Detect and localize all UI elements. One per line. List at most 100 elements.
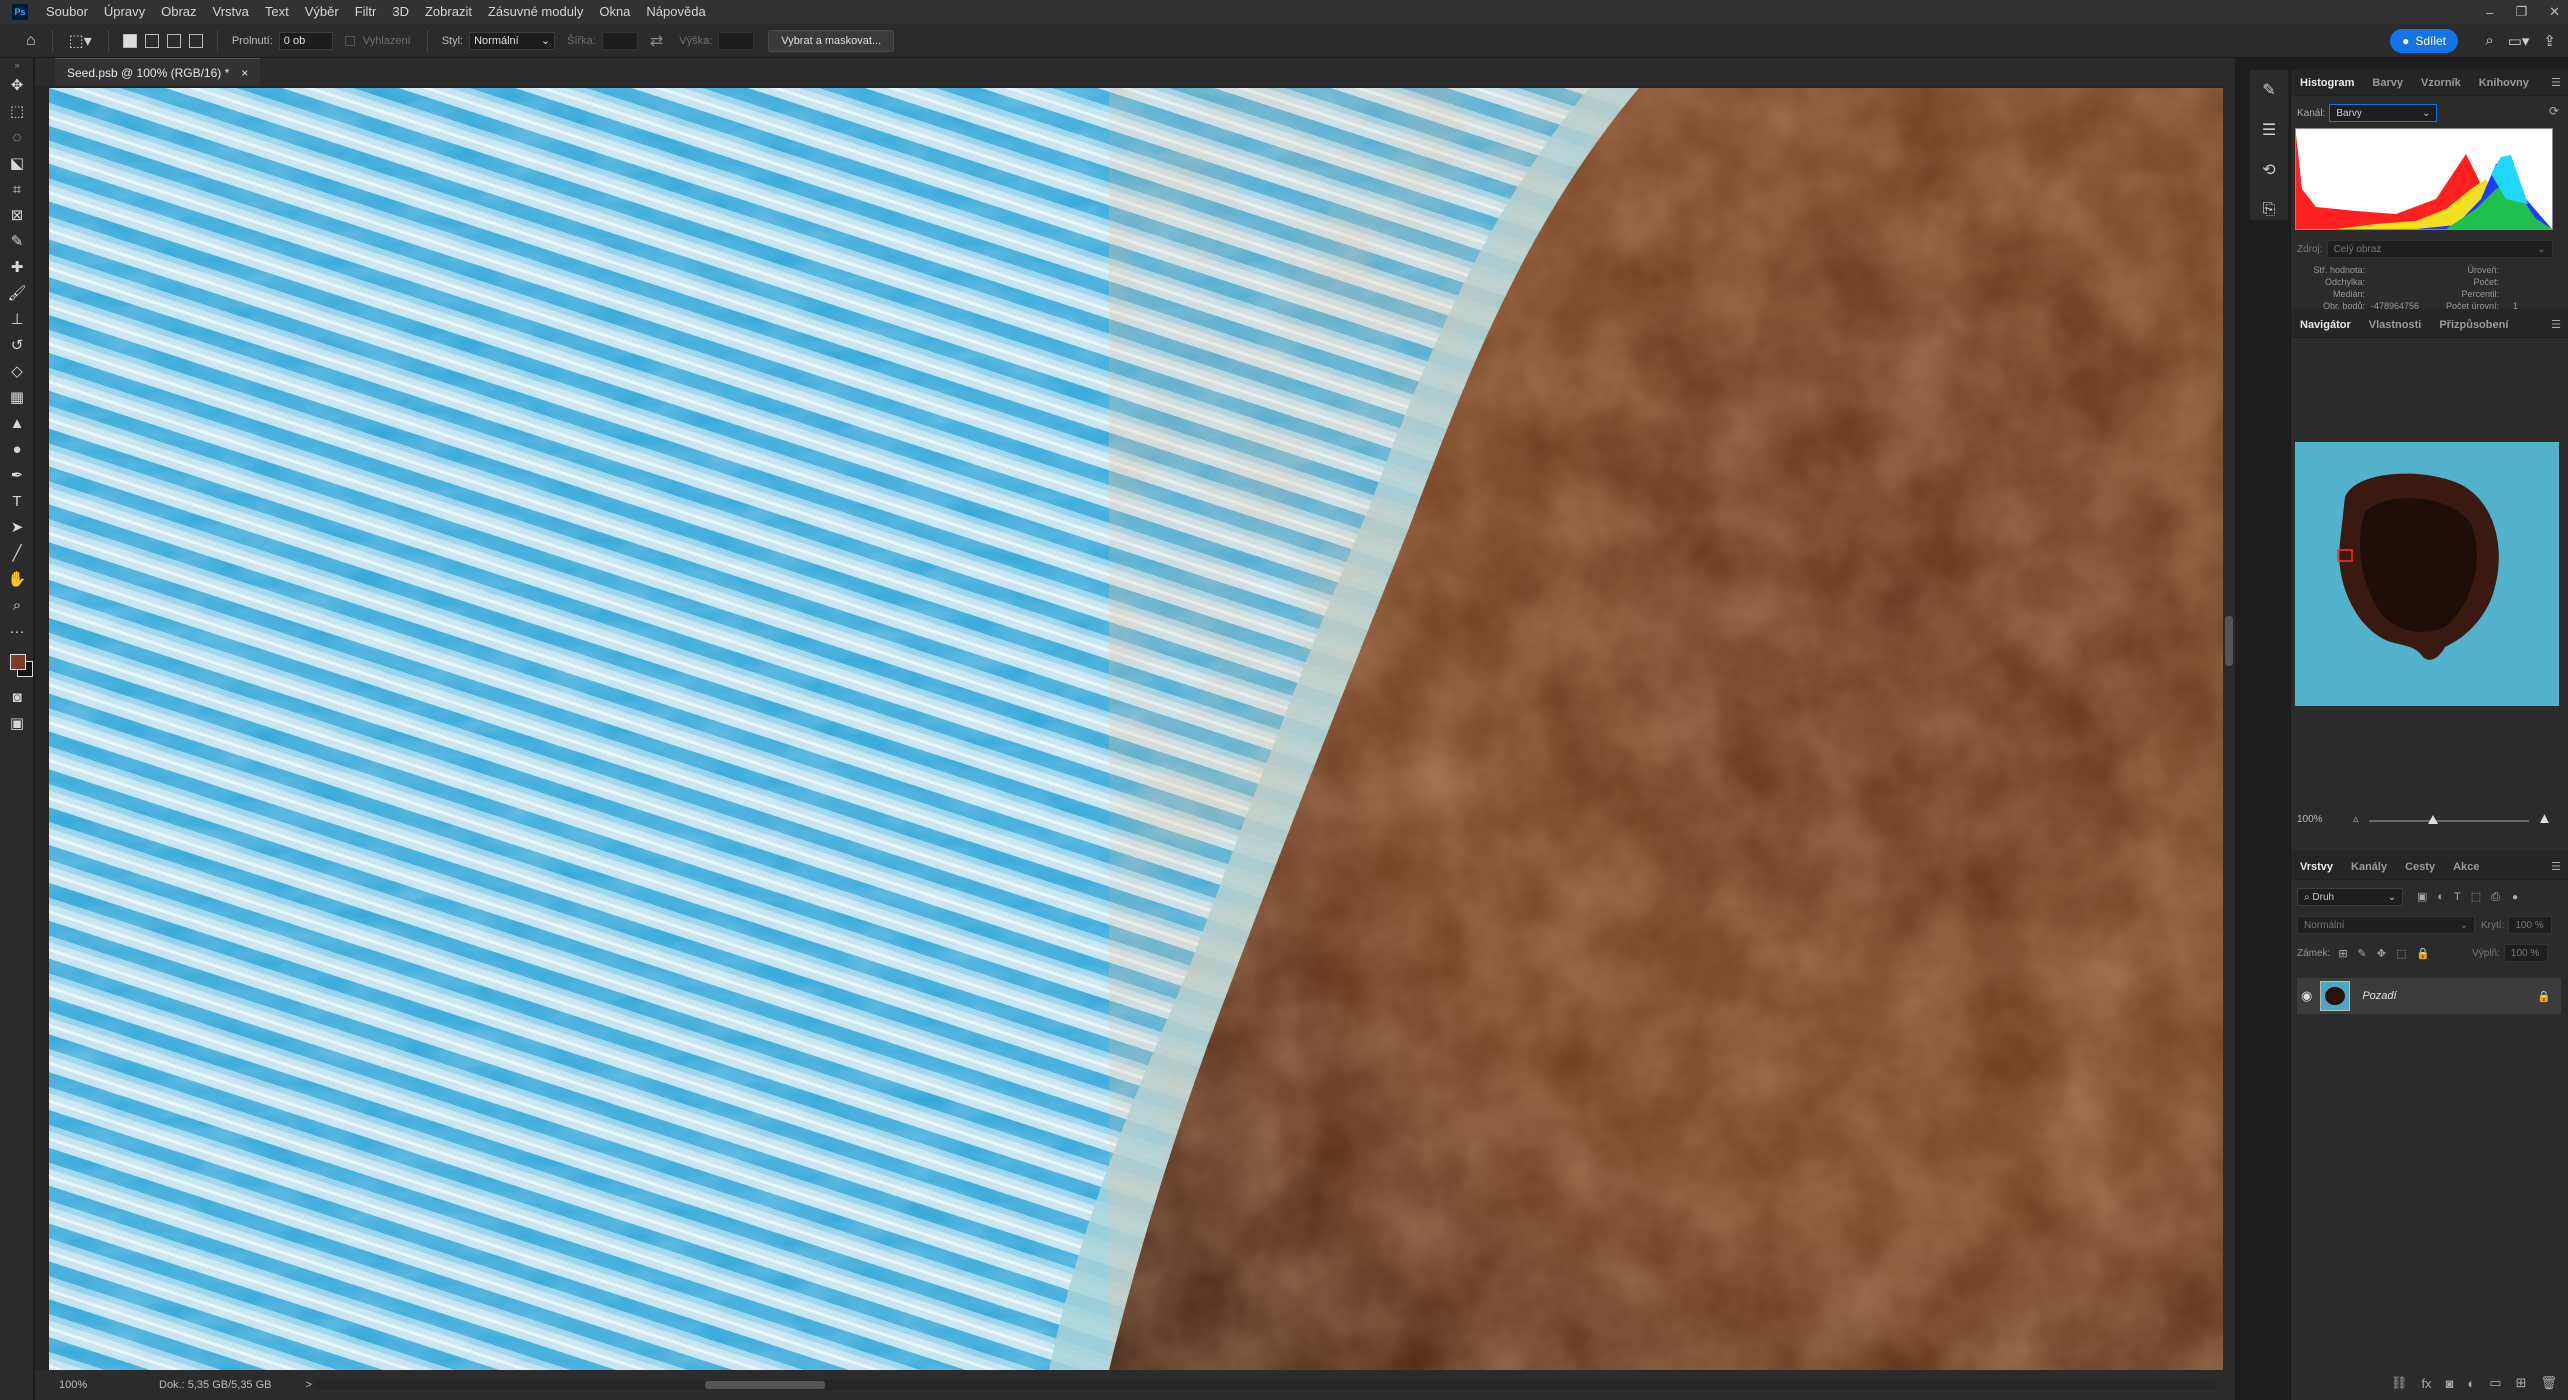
tab-navigator[interactable]: Navigátor [2291, 312, 2360, 338]
tab-colors[interactable]: Barvy [2363, 70, 2412, 96]
menu-file[interactable]: Soubor [38, 0, 96, 24]
new-layer-icon[interactable]: ⊞ [2516, 1375, 2527, 1391]
eraser-tool-icon[interactable]: ◇ [0, 358, 34, 384]
layer-row-background[interactable]: ◉ Pozadí 🔒 [2297, 978, 2561, 1014]
zoom-out-icon[interactable]: ▵ [2353, 812, 2359, 825]
antialias-checkbox[interactable] [344, 35, 355, 46]
hand-tool-icon[interactable]: ✋ [0, 566, 34, 592]
tab-layers[interactable]: Vrstvy [2291, 854, 2342, 880]
menu-3d[interactable]: 3D [384, 0, 417, 24]
history-icon[interactable]: ⟲ [2250, 150, 2288, 190]
image-canvas[interactable] [49, 88, 2231, 1370]
tab-actions[interactable]: Akce [2444, 854, 2488, 880]
tab-adjustments[interactable]: Přizpůsobení [2430, 312, 2517, 338]
layer-filter-select[interactable]: ⌕ Druh ⌄ [2297, 888, 2403, 906]
swap-icon[interactable]: ⇄ [650, 31, 663, 51]
menu-image[interactable]: Obraz [153, 0, 204, 24]
brush-settings-icon[interactable]: ✎ [2250, 70, 2288, 110]
intersect-selection-icon[interactable] [188, 33, 203, 48]
panel-menu-icon[interactable]: ☰ [2551, 76, 2561, 89]
zoom-level[interactable]: 100% [59, 1379, 119, 1391]
zoom-tool-icon[interactable]: ⌕ [0, 592, 34, 618]
adjustment-layer-icon[interactable]: ◐ [2467, 1376, 2475, 1391]
marquee-preset-icon[interactable]: ⬚▾ [69, 31, 92, 51]
tab-libraries[interactable]: Knihovny [2470, 70, 2538, 96]
home-icon[interactable]: ⌂ [26, 32, 36, 50]
color-swatches[interactable] [0, 644, 34, 684]
minimize-icon[interactable]: – [2486, 5, 2493, 20]
opacity-input[interactable]: 100 % [2508, 916, 2553, 934]
document-tab[interactable]: Seed.psb @ 100% (RGB/16) * × [55, 58, 261, 86]
tab-paths[interactable]: Cesty [2396, 854, 2444, 880]
menu-window[interactable]: Okna [591, 0, 638, 24]
path-select-tool-icon[interactable]: ➤ [0, 514, 34, 540]
menu-plugins[interactable]: Zásuvné moduly [480, 0, 591, 24]
panel-menu-icon[interactable]: ☰ [2551, 318, 2561, 331]
panel-menu-icon[interactable]: ☰ [2551, 860, 2561, 873]
add-selection-icon[interactable] [144, 33, 159, 48]
fill-input[interactable]: 100 % [2503, 944, 2548, 962]
restore-icon[interactable]: ❐ [2515, 4, 2527, 20]
tab-properties[interactable]: Vlastnosti [2360, 312, 2431, 338]
more-tools-icon[interactable]: ··· [0, 618, 34, 644]
dodge-tool-icon[interactable]: ● [0, 436, 34, 462]
status-arrow-icon[interactable]: > [306, 1379, 312, 1391]
horizontal-scroll-thumb[interactable] [705, 1381, 825, 1389]
width-input[interactable] [601, 31, 638, 50]
tab-histogram[interactable]: Histogram [2291, 70, 2363, 96]
new-selection-icon[interactable] [122, 33, 137, 48]
menu-layer[interactable]: Vrstva [205, 0, 257, 24]
style-select[interactable]: Normální ⌄ [469, 31, 556, 50]
layer-filter-icons[interactable]: ▣◐T⬚⎙ [2417, 890, 2510, 904]
crop-tool-icon[interactable]: ⌗ [0, 176, 34, 202]
stamp-tool-icon[interactable]: ⊥ [0, 306, 34, 332]
eye-icon[interactable]: ◉ [2301, 988, 2312, 1004]
document-size[interactable]: Dok.: 5,35 GB/5,35 GB [159, 1379, 272, 1391]
blend-mode-select[interactable]: Normální ⌄ [2297, 916, 2475, 934]
horizontal-scrollbar[interactable] [315, 1380, 2215, 1390]
channel-select[interactable]: Barvy ⌄ [2329, 104, 2438, 122]
pen-tool-icon[interactable]: ✒ [0, 462, 34, 488]
move-tool-icon[interactable]: ✥ [0, 72, 34, 98]
layer-name[interactable]: Pozadí [2362, 990, 2396, 1002]
source-select[interactable]: Celý obraz ⌄ [2326, 240, 2553, 258]
line-tool-icon[interactable]: ╱ [0, 540, 34, 566]
gradient-tool-icon[interactable]: ▦ [0, 384, 34, 410]
search-icon[interactable]: ⌕ [2485, 32, 2493, 50]
lock-icon[interactable]: 🔒 [2537, 990, 2551, 1003]
add-mask-icon[interactable]: ◙ [2446, 1376, 2454, 1391]
zoom-slider-thumb[interactable] [2428, 815, 2438, 824]
menu-type[interactable]: Text [257, 0, 297, 24]
share-button[interactable]: ● Sdílet [2390, 29, 2458, 53]
lasso-tool-icon[interactable]: ◌ [0, 124, 34, 150]
vertical-scroll-thumb[interactable] [2225, 616, 2233, 666]
workspace-icon[interactable]: ▭▾ [2508, 32, 2530, 50]
delete-layer-icon[interactable]: 🗑 [2540, 1375, 2557, 1391]
clone-source-icon[interactable]: ⎘ [2250, 190, 2288, 230]
subtract-selection-icon[interactable] [166, 33, 181, 48]
quick-select-tool-icon[interactable]: ⬕ [0, 150, 34, 176]
close-icon[interactable]: ✕ [2549, 4, 2560, 20]
filter-toggle-icon[interactable]: ● [2512, 892, 2518, 903]
foreground-color[interactable] [10, 654, 26, 670]
frame-tool-icon[interactable]: ⊠ [0, 202, 34, 228]
height-input[interactable] [718, 31, 755, 50]
link-layers-icon[interactable]: ⛓ [2391, 1375, 2408, 1391]
feather-input[interactable]: 0 ob [278, 31, 333, 50]
type-tool-icon[interactable]: T [0, 488, 34, 514]
menu-select[interactable]: Výběr [297, 0, 347, 24]
navigator-zoom-slider[interactable] [2369, 815, 2529, 824]
tab-channels[interactable]: Kanály [2342, 854, 2396, 880]
export-icon[interactable]: ⇪ [2543, 32, 2556, 50]
menu-filter[interactable]: Filtr [347, 0, 385, 24]
navigator-preview[interactable] [2295, 442, 2559, 706]
menu-help[interactable]: Nápověda [638, 0, 713, 24]
history-brush-tool-icon[interactable]: ↺ [0, 332, 34, 358]
refresh-icon[interactable]: ⟳ [2549, 104, 2559, 118]
fx-icon[interactable]: fx [2421, 1376, 2431, 1391]
tab-swatches[interactable]: Vzorník [2412, 70, 2470, 96]
select-and-mask-button[interactable]: Vybrat a maskovat... [768, 29, 895, 52]
vertical-scrollbar[interactable] [2223, 86, 2235, 1370]
eyedropper-tool-icon[interactable]: ✎ [0, 228, 34, 254]
healing-tool-icon[interactable]: ✚ [0, 254, 34, 280]
